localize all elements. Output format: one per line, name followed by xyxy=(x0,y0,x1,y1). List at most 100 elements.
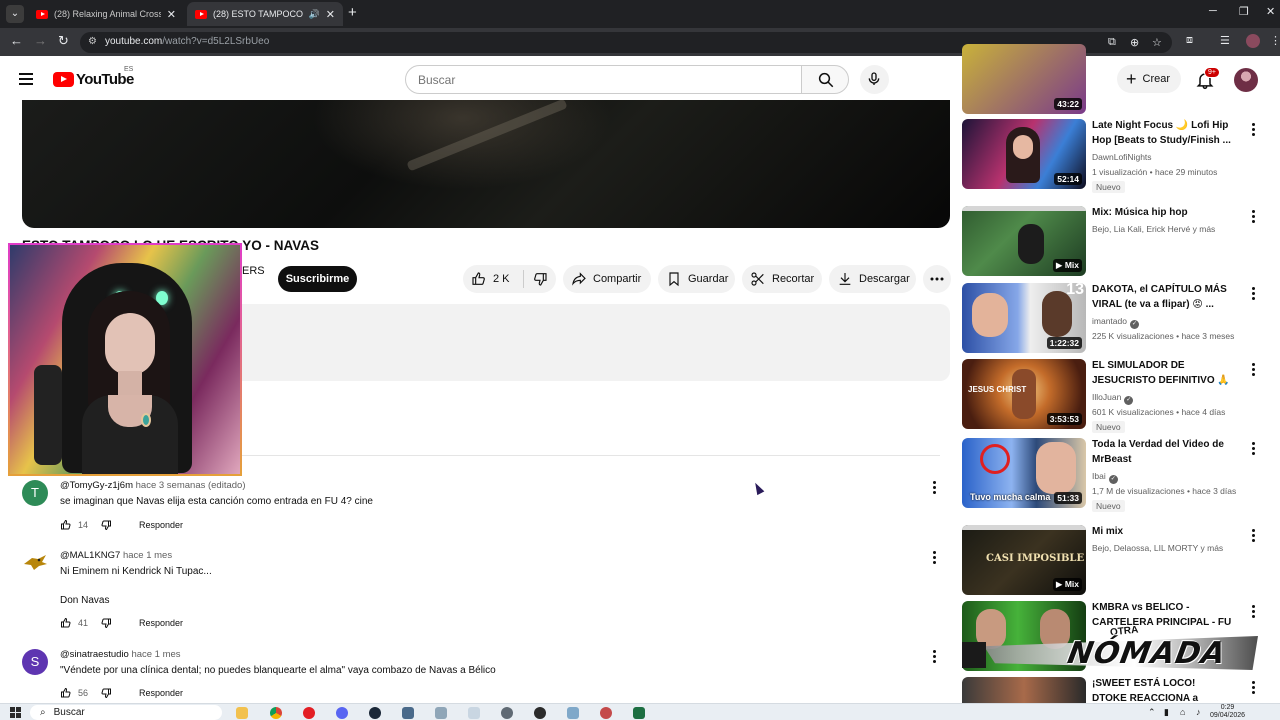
comment-time[interactable]: hace 1 mes xyxy=(123,550,172,561)
tab-close-icon[interactable]: ✕ xyxy=(167,8,176,21)
comment-avatar[interactable]: T xyxy=(22,480,48,506)
cast-icon[interactable]: ⧉ xyxy=(1108,36,1116,49)
taskbar-clock[interactable]: 0:29 09/04/2026 xyxy=(1210,704,1245,720)
thumbs-down-icon[interactable] xyxy=(100,617,112,629)
excel-icon[interactable] xyxy=(633,707,645,719)
reply-button[interactable]: Responder xyxy=(139,520,183,530)
save-button[interactable]: Guardar xyxy=(658,265,735,293)
photos-icon[interactable] xyxy=(435,707,447,719)
comment-avatar[interactable] xyxy=(22,550,48,576)
recommendation-more-icon[interactable] xyxy=(1250,123,1256,138)
subscribe-button[interactable]: Suscribirme xyxy=(278,266,357,292)
video-thumbnail[interactable]: CASI IMPOSIBLE ▶ Mix xyxy=(962,525,1086,595)
more-actions-button[interactable] xyxy=(923,265,951,293)
paint-icon[interactable] xyxy=(468,707,480,719)
site-info-icon[interactable]: ⚙ xyxy=(88,36,97,47)
comment-avatar[interactable]: S xyxy=(22,649,48,675)
recommendation-channel[interactable]: Ibai ✓ xyxy=(1092,471,1118,484)
settings-gear-icon[interactable] xyxy=(501,707,513,719)
search-box[interactable] xyxy=(405,65,802,94)
tray-usb-icon[interactable]: ▮ xyxy=(1164,707,1169,718)
download-button[interactable]: Descargar xyxy=(829,265,916,293)
window-close-icon[interactable]: ✕ xyxy=(1266,5,1275,18)
recommendation-title[interactable]: EL SIMULADOR DE JESUCRISTO DEFINITIVO 🙏 … xyxy=(1092,359,1232,388)
steam-icon[interactable] xyxy=(369,707,381,719)
thumbs-up-icon[interactable] xyxy=(60,687,72,699)
youtube-logo[interactable]: YouTube xyxy=(53,71,134,88)
recommendation-more-icon[interactable] xyxy=(1250,681,1256,696)
app-icon[interactable] xyxy=(600,707,612,719)
reply-button[interactable]: Responder xyxy=(139,688,183,698)
browser-tab-animal-crossing[interactable]: (28) Relaxing Animal Crossing m ✕ xyxy=(28,2,184,26)
taskbar-search-box[interactable]: ⌕ Buscar xyxy=(30,705,222,720)
recommendation-item[interactable]: Tuvo mucha calma 51:33 Toda la Verdad de… xyxy=(962,438,1262,512)
recommendation-title[interactable]: Late Night Focus 🌙 Lofi Hip Hop [Beats t… xyxy=(1092,119,1232,148)
recommendation-title[interactable]: DAKOTA, el CAPÍTULO MÁS VIRAL (te va a f… xyxy=(1092,283,1232,312)
comment-username[interactable]: @MAL1KNG7 xyxy=(60,550,120,561)
recommendation-title[interactable]: ¡SWEET ESTÁ LOCO! DTOKE REACCIONA a SWEE… xyxy=(1092,677,1232,703)
new-tab-button[interactable]: + xyxy=(348,4,357,21)
clip-button[interactable]: Recortar xyxy=(742,265,822,293)
tray-chevron-icon[interactable]: ⌃ xyxy=(1148,707,1156,718)
video-thumbnail[interactable]: ▶ Mix xyxy=(962,206,1086,276)
recommendation-title[interactable]: Mi mix xyxy=(1092,525,1232,540)
video-thumbnail[interactable] xyxy=(962,677,1086,703)
recommendation-item[interactable]: CASI IMPOSIBLE ▶ Mix Mi mix Bejo, Delaos… xyxy=(962,525,1262,595)
comment-time[interactable]: hace 1 mes xyxy=(131,649,180,660)
reply-button[interactable]: Responder xyxy=(139,618,183,628)
opera-icon[interactable] xyxy=(303,707,315,719)
video-thumbnail[interactable]: 13 1:22:32 xyxy=(962,283,1086,353)
channel-name[interactable]: ERS xyxy=(242,265,265,277)
tab-close-icon[interactable]: ✕ xyxy=(326,8,335,21)
recommendation-channel[interactable]: IlloJuan ✓ xyxy=(1092,392,1134,405)
calculator-icon[interactable] xyxy=(402,707,414,719)
like-button[interactable]: 2 K xyxy=(463,271,523,287)
menu-hamburger-icon[interactable] xyxy=(19,73,33,88)
bookmark-star-icon[interactable]: ☆ xyxy=(1152,36,1162,49)
voice-search-button[interactable] xyxy=(860,65,889,94)
thumbs-up-icon[interactable] xyxy=(60,519,72,531)
recommendation-more-icon[interactable] xyxy=(1250,287,1256,302)
window-minimize-icon[interactable]: ─ xyxy=(1209,5,1217,17)
windows-start-icon[interactable] xyxy=(10,707,21,718)
account-avatar[interactable] xyxy=(1234,68,1258,92)
recommendation-channel[interactable]: imantado ✓ xyxy=(1092,316,1139,329)
tray-volume-icon[interactable]: ♪ xyxy=(1196,707,1201,717)
recommendation-item[interactable]: JESUS CHRIST 3:53:53 EL SIMULADOR DE JES… xyxy=(962,359,1262,433)
chrome-menu-icon[interactable]: ⋮ xyxy=(1270,34,1280,47)
search-button[interactable] xyxy=(801,65,849,94)
recommendation-more-icon[interactable] xyxy=(1250,363,1256,378)
recommendation-item[interactable]: 52:14 Late Night Focus 🌙 Lofi Hip Hop [B… xyxy=(962,119,1262,193)
tray-network-icon[interactable]: ⌂ xyxy=(1180,707,1185,717)
video-thumbnail[interactable]: JESUS CHRIST 3:53:53 xyxy=(962,359,1086,429)
comment-username[interactable]: @TomyGy-z1j6m xyxy=(60,480,133,491)
reload-icon[interactable]: ↻ xyxy=(58,33,69,49)
file-explorer-icon[interactable] xyxy=(236,707,248,719)
recommendation-partial[interactable]: 43:22 xyxy=(962,44,1262,114)
forward-arrow-icon[interactable]: → xyxy=(34,33,47,48)
obs-icon[interactable] xyxy=(534,707,546,719)
share-button[interactable]: Compartir xyxy=(563,265,651,293)
thumbs-down-icon[interactable] xyxy=(100,519,112,531)
recommendation-channel[interactable]: Bejo, Delaossa, LIL MORTY y más xyxy=(1092,543,1223,553)
video-thumbnail[interactable]: 52:14 xyxy=(962,119,1086,189)
recommendation-title[interactable]: Mix: Música hip hop xyxy=(1092,206,1232,221)
comment-username[interactable]: @sinatraestudio xyxy=(60,649,129,660)
thumbs-down-icon[interactable] xyxy=(100,687,112,699)
browser-tab-esto-tampoco[interactable]: (28) ESTO TAMPOCO LO HE 🔊 ✕ xyxy=(187,2,343,26)
extensions-icon[interactable]: ⧈ xyxy=(1186,34,1193,47)
thumbs-up-icon[interactable] xyxy=(60,617,72,629)
zoom-icon[interactable]: ⊕ xyxy=(1130,36,1139,49)
video-thumbnail[interactable]: 43:22 xyxy=(962,44,1086,114)
dislike-button[interactable] xyxy=(524,271,548,287)
recommendation-more-icon[interactable] xyxy=(1250,210,1256,225)
recommendation-item[interactable]: ¡SWEET ESTÁ LOCO! DTOKE REACCIONA a SWEE… xyxy=(962,677,1262,703)
recommendation-title[interactable]: Toda la Verdad del Video de MrBeast xyxy=(1092,438,1232,467)
comment-more-icon[interactable] xyxy=(931,481,937,496)
recommendation-more-icon[interactable] xyxy=(1250,529,1256,544)
tab-audio-icon[interactable]: 🔊 xyxy=(309,9,320,20)
browser-profile-avatar[interactable] xyxy=(1246,34,1260,48)
comment-more-icon[interactable] xyxy=(931,650,937,665)
recommendation-channel[interactable]: Bejo, Lia Kali, Erick Hervé y más xyxy=(1092,224,1215,234)
reading-list-icon[interactable]: ☰ xyxy=(1220,34,1230,47)
